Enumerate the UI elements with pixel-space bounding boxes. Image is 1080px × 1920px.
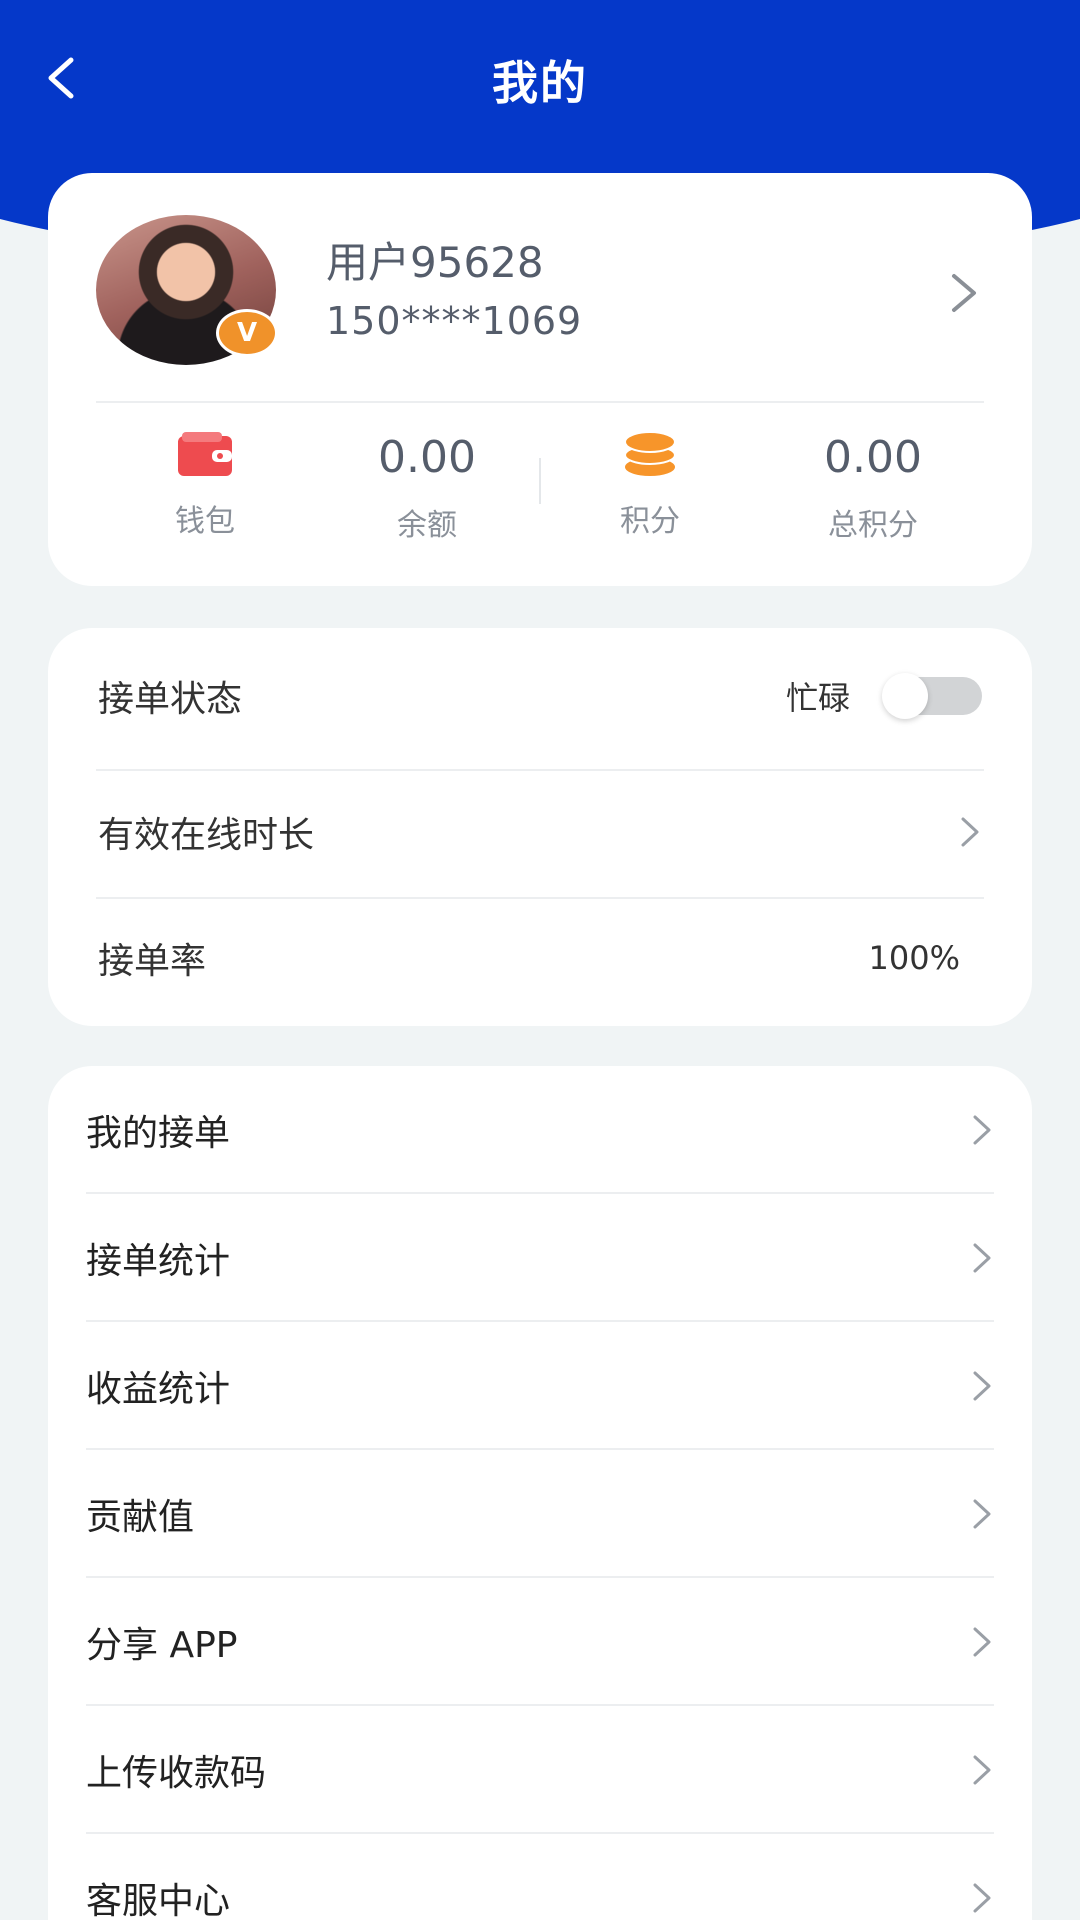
user-phone: 150****1069 [326,299,583,343]
online-duration-label: 有效在线时长 [98,815,315,856]
total-points-label: 总积分 [828,508,918,543]
menu-item-label: 上传收款码 [86,1753,267,1794]
menu-item-order-stats[interactable]: 接单统计 [86,1194,994,1322]
wallet-stat[interactable]: 钱包 [105,426,305,540]
total-points-value: 0.00 [824,432,922,483]
order-status-label: 接单状态 [98,679,243,720]
menu-item-label: 分享 APP [86,1625,238,1666]
vip-badge: V [216,309,278,357]
acceptance-rate-label: 接单率 [98,941,207,982]
acceptance-rate-value: 100% [868,939,960,977]
chevron-left-icon [48,57,74,99]
toggle-knob [882,673,928,719]
status-card: 接单状态 忙碌 有效在线时长 接单率 100% [48,628,1032,1026]
menu-item-upload-qr[interactable]: 上传收款码 [86,1706,994,1834]
balance-label: 余额 [397,508,457,543]
stats-separator [539,458,541,504]
wallet-icon [178,432,232,476]
chevron-right-icon [961,817,979,847]
busy-label: 忙碌 [785,679,850,717]
acceptance-rate-row: 接单率 100% [98,922,960,994]
menu-item-contribution[interactable]: 贡献值 [86,1450,994,1578]
chevron-right-icon [973,1499,991,1529]
top-bar: 我的 [0,0,1080,160]
back-button[interactable] [28,38,92,118]
status-divider [96,897,984,899]
menu-item-label: 我的接单 [86,1113,231,1154]
chevron-right-icon [973,1243,991,1273]
menu-item-label: 客服中心 [86,1881,231,1920]
menu-item-label: 贡献值 [86,1497,195,1538]
chevron-right-icon [973,1627,991,1657]
menu-item-income-stats[interactable]: 收益统计 [86,1322,994,1450]
balance-stat[interactable]: 0.00 余额 [327,430,527,544]
menu-item-label: 收益统计 [86,1369,231,1410]
profile-page: 我的 V 用户95628 150****1069 钱包 0.00 余额 积分 0… [0,0,1080,1920]
busy-toggle[interactable] [882,673,982,719]
menu-item-share-app[interactable]: 分享 APP [86,1578,994,1706]
coins-icon [624,431,676,476]
page-title: 我的 [492,56,588,110]
online-duration-row[interactable]: 有效在线时长 [98,796,982,868]
avatar-container[interactable]: V [96,215,278,365]
chevron-right-icon [973,1115,991,1145]
wallet-label: 钱包 [175,504,235,539]
profile-divider [96,401,984,403]
total-points-stat[interactable]: 0.00 总积分 [773,430,973,544]
username: 用户95628 [326,238,544,287]
points-label: 积分 [620,504,680,539]
chevron-right-icon [973,1371,991,1401]
profile-detail-button[interactable] [944,268,984,318]
menu-item-label: 接单统计 [86,1241,231,1282]
chevron-right-icon [973,1883,991,1913]
chevron-right-icon [973,1755,991,1785]
order-status-row: 接单状态 忙碌 [98,660,982,732]
menu-item-customer-service[interactable]: 客服中心 [86,1834,994,1920]
menu-card: 我的接单 接单统计 收益统计 贡献值 分享 APP 上传收款码 客服中心 [48,1066,1032,1920]
balance-value: 0.00 [378,432,476,483]
profile-card: V 用户95628 150****1069 钱包 0.00 余额 积分 0.00… [48,173,1032,586]
points-stat[interactable]: 积分 [550,426,750,540]
menu-item-my-orders[interactable]: 我的接单 [86,1066,994,1194]
status-divider [96,769,984,771]
chevron-right-icon [952,274,976,312]
